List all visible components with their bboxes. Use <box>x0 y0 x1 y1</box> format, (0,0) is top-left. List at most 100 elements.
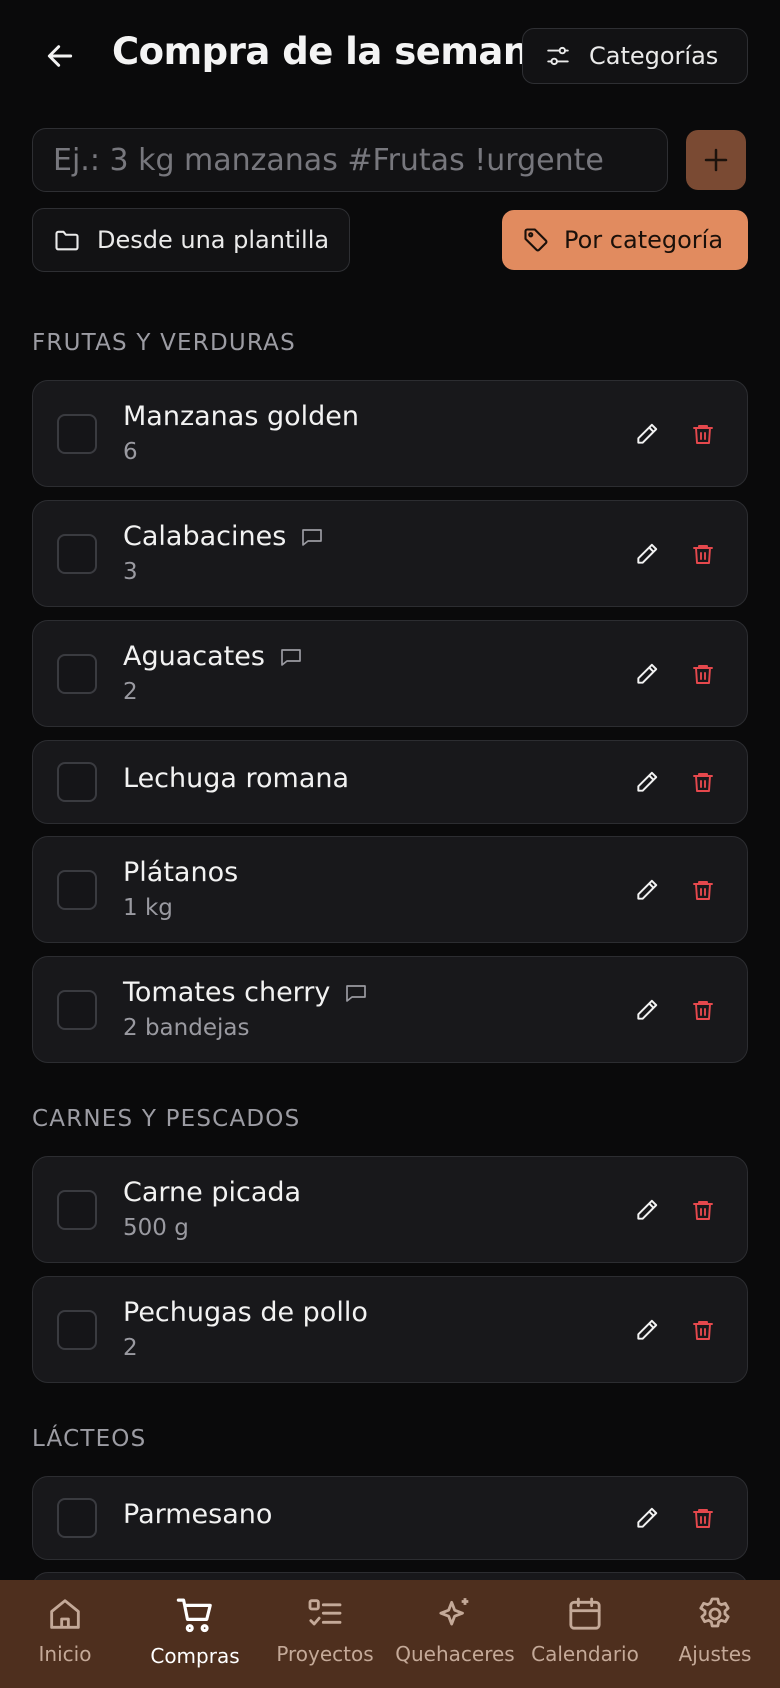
tag-icon <box>524 228 548 252</box>
nav-item-proyectos[interactable]: Proyectos <box>260 1580 390 1688</box>
arrow-left-icon <box>47 45 73 67</box>
plus-icon <box>704 148 728 172</box>
item-checkbox[interactable] <box>57 870 97 910</box>
item-quantity: 1 kg <box>123 895 173 921</box>
pencil-icon <box>637 1199 658 1220</box>
delete-button[interactable] <box>681 760 725 804</box>
item-quantity: 6 <box>123 439 138 465</box>
item-checkbox[interactable] <box>57 990 97 1030</box>
pencil-icon <box>637 771 658 792</box>
item-name-text: Manzanas golden <box>123 401 359 432</box>
delete-button[interactable] <box>681 1308 725 1352</box>
item-quantity: 2 bandejas <box>123 1015 250 1041</box>
item-name: Tomates cherry <box>123 977 368 1008</box>
section-title-lacteos: LÁCTEOS <box>32 1426 147 1452</box>
nav-label-proyectos: Proyectos <box>276 1642 374 1666</box>
nav-item-compras[interactable]: Compras <box>130 1580 260 1688</box>
item-checkbox[interactable] <box>57 534 97 574</box>
trash-icon <box>693 881 713 900</box>
edit-button[interactable] <box>625 988 669 1032</box>
nav-item-calendario[interactable]: Calendario <box>520 1580 650 1688</box>
section-title-carnes: CARNES Y PESCADOS <box>32 1106 301 1132</box>
nav-label-compras: Compras <box>150 1644 240 1668</box>
from-template-label: Desde una plantilla <box>97 226 330 254</box>
list-item: Parmesano <box>32 1476 748 1560</box>
add-item-button[interactable] <box>686 130 746 190</box>
trash-icon <box>693 665 713 684</box>
item-checkbox[interactable] <box>57 654 97 694</box>
trash-icon <box>693 1321 713 1340</box>
pencil-icon <box>637 1507 658 1528</box>
edit-button[interactable] <box>625 868 669 912</box>
pencil-icon <box>637 423 658 444</box>
item-checkbox[interactable] <box>57 1310 97 1350</box>
item-name: Carne picada <box>123 1177 301 1208</box>
item-name: Manzanas golden <box>123 401 359 432</box>
item-name: Parmesano <box>123 1499 272 1530</box>
item-name: Lechuga romana <box>123 763 349 794</box>
nav-label-calendario: Calendario <box>531 1642 639 1666</box>
nav-item-ajustes[interactable]: Ajustes <box>650 1580 780 1688</box>
list-item: Plátanos 1 kg <box>32 836 748 943</box>
edit-button[interactable] <box>625 760 669 804</box>
item-checkbox[interactable] <box>57 1190 97 1230</box>
add-item-row <box>32 128 748 192</box>
edit-button[interactable] <box>625 1188 669 1232</box>
trash-icon <box>693 1509 713 1528</box>
trash-icon <box>693 545 713 564</box>
trash-icon <box>693 773 713 792</box>
item-checkbox[interactable] <box>57 414 97 454</box>
back-button[interactable] <box>36 32 84 80</box>
pencil-icon <box>637 1319 658 1340</box>
comment-icon <box>346 984 367 1002</box>
item-quantity: 3 <box>123 559 138 585</box>
item-name-text: Aguacates <box>123 641 265 672</box>
item-name-text: Calabacines <box>123 521 287 552</box>
home-icon <box>50 1599 80 1629</box>
item-checkbox[interactable] <box>57 762 97 802</box>
item-name-text: Plátanos <box>123 857 239 888</box>
nav-label-inicio: Inicio <box>38 1642 92 1666</box>
edit-button[interactable] <box>625 532 669 576</box>
item-quantity: 2 <box>123 679 138 705</box>
list-item: Manzanas golden 6 <box>32 380 748 487</box>
trash-icon <box>693 1001 713 1020</box>
by-category-label: Por categoría <box>564 226 724 254</box>
list-item: Calabacines 3 <box>32 500 748 607</box>
delete-button[interactable] <box>681 988 725 1032</box>
categories-button-label: Categorías <box>589 42 719 70</box>
edit-button[interactable] <box>625 412 669 456</box>
nav-label-quehaceres: Quehaceres <box>395 1642 515 1666</box>
nav-item-inicio[interactable]: Inicio <box>0 1580 130 1688</box>
edit-button[interactable] <box>625 1496 669 1540</box>
checklist-icon <box>308 1599 342 1626</box>
edit-button[interactable] <box>625 652 669 696</box>
nav-item-quehaceres[interactable]: Quehaceres <box>390 1580 520 1688</box>
item-name-text: Lechuga romana <box>123 763 350 794</box>
pencil-icon <box>637 543 658 564</box>
calendar-icon <box>569 1597 601 1630</box>
add-item-input[interactable] <box>32 128 668 192</box>
pencil-icon <box>637 663 658 684</box>
sliders-icon <box>547 46 569 66</box>
edit-button[interactable] <box>625 1308 669 1352</box>
delete-button[interactable] <box>681 532 725 576</box>
delete-button[interactable] <box>681 652 725 696</box>
item-name: Aguacates <box>123 641 303 672</box>
by-category-button[interactable]: Por categoría <box>502 210 748 270</box>
delete-button[interactable] <box>681 1496 725 1540</box>
item-name-text: Parmesano <box>123 1499 273 1530</box>
trash-icon <box>693 1201 713 1220</box>
comment-icon <box>281 648 301 666</box>
delete-button[interactable] <box>681 868 725 912</box>
list-item: Aguacates 2 <box>32 620 748 727</box>
delete-button[interactable] <box>681 1188 725 1232</box>
categories-button[interactable]: Categorías <box>522 28 748 84</box>
from-template-button[interactable]: Desde una plantilla <box>32 208 350 272</box>
item-checkbox[interactable] <box>57 1498 97 1538</box>
pencil-icon <box>637 999 658 1020</box>
item-quantity: 500 g <box>123 1215 189 1241</box>
delete-button[interactable] <box>681 412 725 456</box>
comment-icon <box>302 528 323 546</box>
header: Compra de la semana Categorías <box>0 0 780 112</box>
